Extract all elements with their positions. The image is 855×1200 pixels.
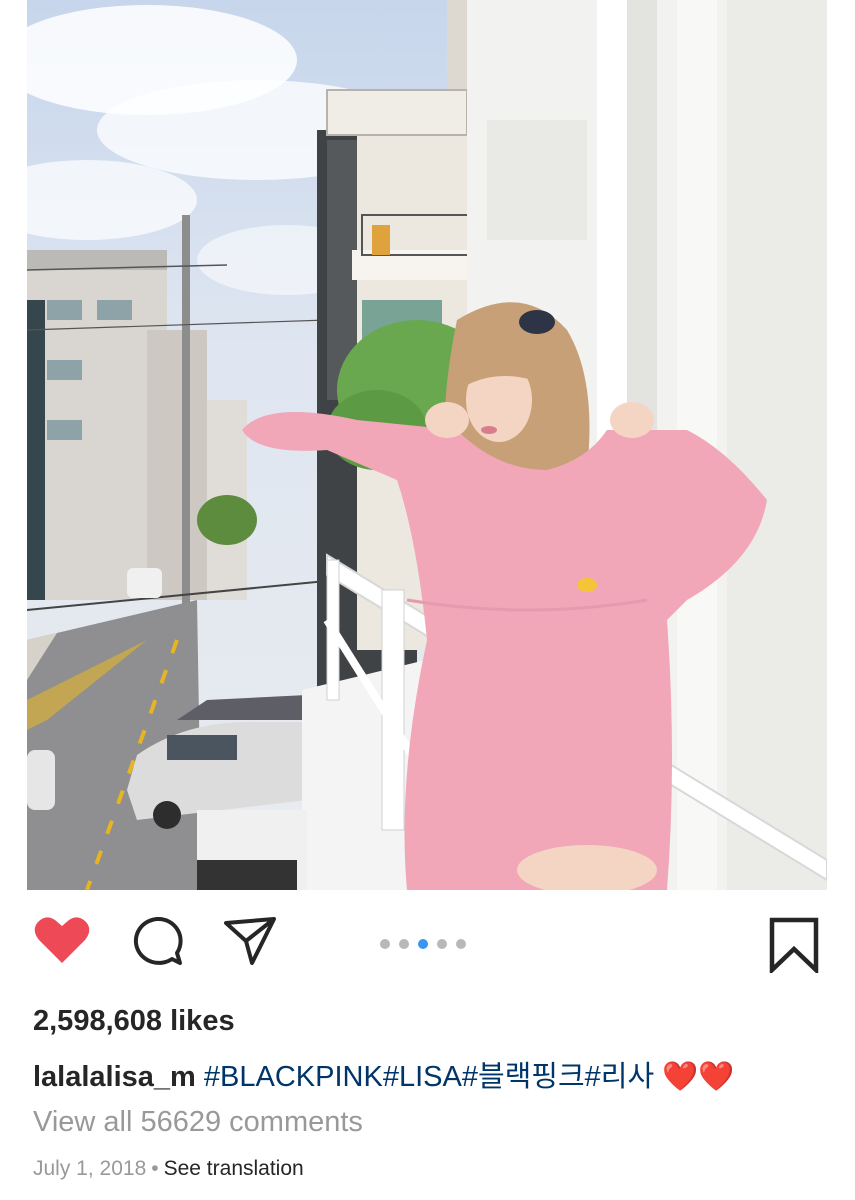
carousel-dot [380,939,390,949]
heart-emoji: ❤️❤️ [662,1059,735,1093]
carousel-dot [456,939,466,949]
carousel-indicator [380,938,466,950]
see-translation-link[interactable]: See translation [164,1157,304,1180]
heart-icon [33,915,91,965]
like-button[interactable] [33,915,91,965]
caption-username[interactable]: lalalalisa_m [33,1061,196,1093]
caption-hashtags[interactable]: #BLACKPINK#LISA#블랙핑크#리사 [204,1061,654,1093]
comment-button[interactable] [130,915,184,965]
comment-icon [130,915,184,967]
carousel-dot-active [418,939,428,949]
meta-separator: • [151,1157,159,1180]
post-meta: July 1, 2018 • See translation [33,1157,304,1181]
carousel-dot [399,939,409,949]
carousel-dot [437,939,447,949]
send-icon [222,915,278,967]
share-button[interactable] [222,915,278,965]
post-image[interactable] [27,0,827,890]
bookmark-icon [768,917,820,973]
post-date: July 1, 2018 [33,1157,147,1180]
likes-count[interactable]: 2,598,608 likes [33,1005,235,1038]
view-all-comments-link[interactable]: View all 56629 comments [33,1106,363,1139]
save-button[interactable] [768,917,820,973]
post-caption: lalalalisa_m #BLACKPINK#LISA#블랙핑크#리사 ❤️❤… [33,1053,734,1095]
